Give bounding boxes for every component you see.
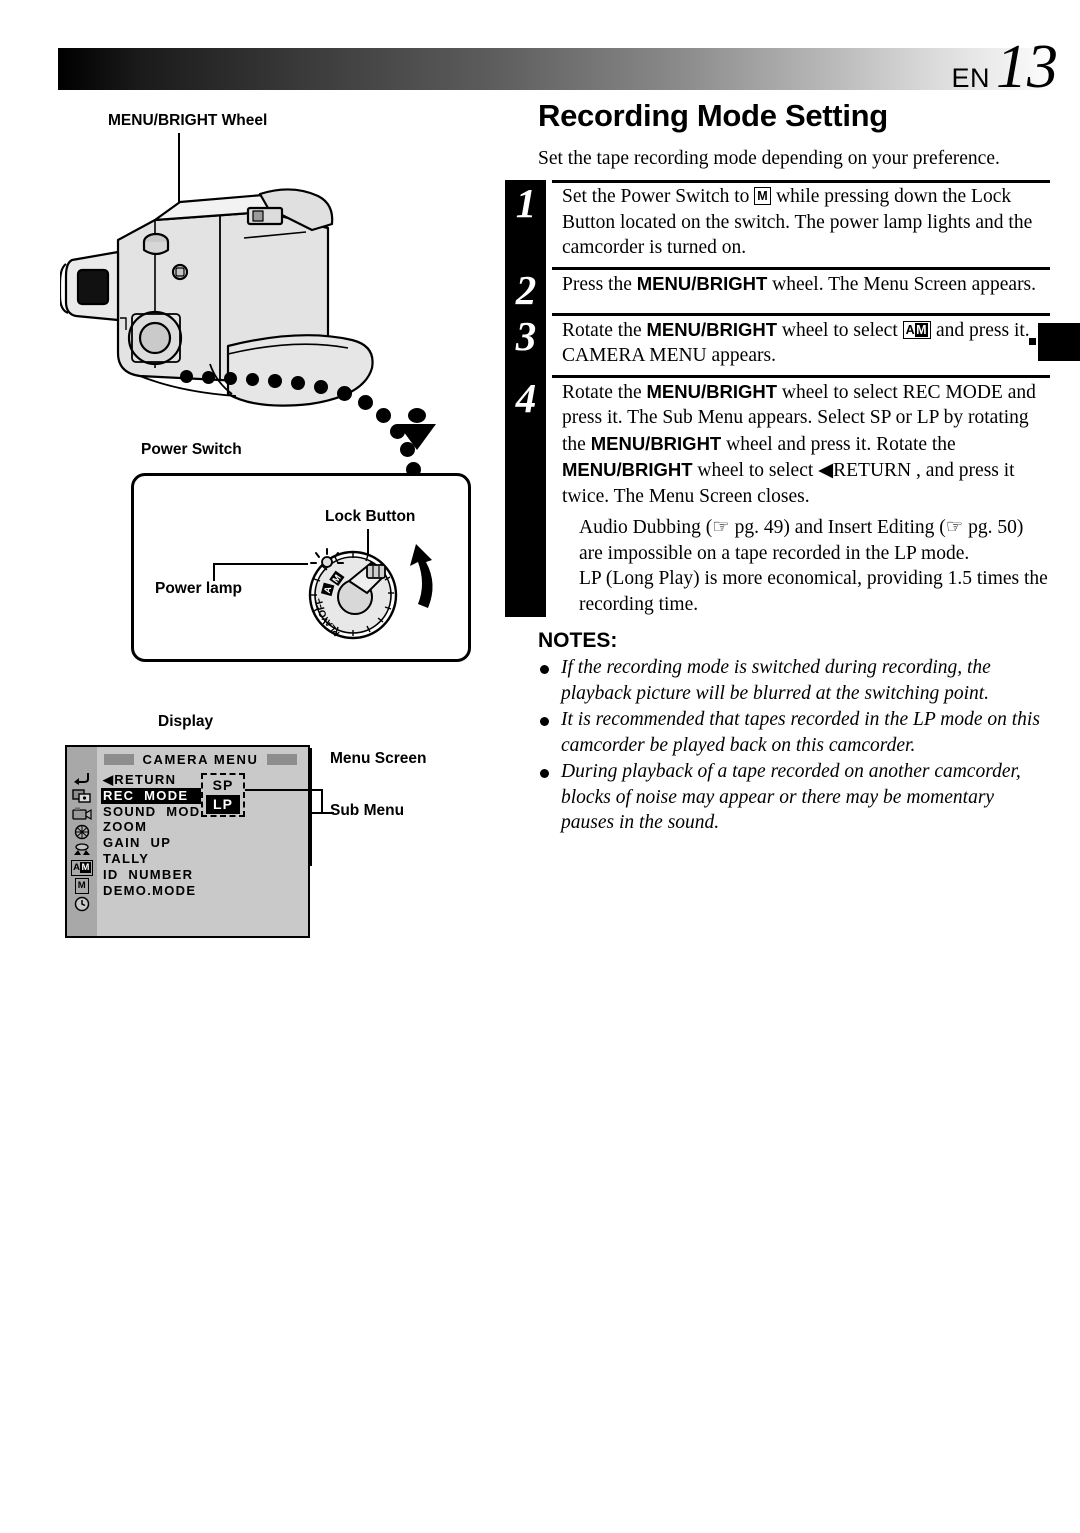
trail-dot (376, 408, 391, 423)
sub-menu-box: SP LP (201, 773, 245, 817)
step-text-part: wheel. The Menu Screen appears. (767, 273, 1037, 295)
step-text: Set the Power Switch to M while pressing… (562, 180, 1050, 267)
dubbing-icon[interactable] (71, 787, 93, 804)
camera-menu-am-icon: AM (902, 320, 932, 339)
menu-bright-emphasis: MENU/BRIGHT (590, 432, 722, 454)
step-sub-note: Audio Dubbing (☞ pg. 49) and Insert Edit… (579, 517, 1024, 564)
trail-dot (224, 372, 237, 385)
menu-screen-title-row: CAMERA MENU (97, 752, 304, 767)
step-text: Rotate the MENU/BRIGHT wheel to select A… (562, 313, 1050, 375)
sub-menu-callout-line (245, 789, 323, 791)
step-text-part: Set the Power Switch to (562, 186, 755, 207)
power-switch-m-icon: M (754, 187, 772, 205)
trail-dot (337, 386, 352, 401)
page-language-code: EN (951, 63, 990, 93)
pointer-arrow-dot (408, 408, 426, 423)
step-3: 3 Rotate the MENU/BRIGHT wheel to select… (505, 312, 1050, 375)
page-title: Recording Mode Setting (538, 98, 888, 133)
step-number: 2 (515, 266, 537, 313)
notes-title: NOTES: (538, 629, 618, 652)
note-item: It is recommended that tapes recorded in… (538, 707, 1050, 758)
steps-list: 1 Set the Power Switch to M while pressi… (505, 180, 1050, 617)
title-block-right (266, 754, 297, 765)
pointer-arrow-icon (398, 424, 436, 450)
step-text-part: wheel to select (777, 319, 903, 341)
trail-dot (180, 370, 193, 383)
step-4: 4 Rotate the MENU/BRIGHT wheel to select… (505, 374, 1050, 618)
step-divider (552, 266, 1050, 270)
power-switch-label: Power Switch (141, 441, 242, 458)
step-divider (552, 312, 1050, 316)
trail-dot (246, 373, 259, 386)
effects-icon[interactable] (71, 823, 93, 840)
step-text-part: Rotate the (562, 319, 647, 341)
step-text-part: wheel and press it. Rotate the (721, 433, 956, 455)
power-lamp-leader-line (213, 563, 308, 565)
menu-bright-emphasis: MENU/BRIGHT (646, 380, 778, 402)
menu-bright-wheel-label: MENU/BRIGHT Wheel (108, 112, 268, 129)
return-arrow-icon[interactable] (71, 769, 93, 786)
menu-screen-label: Menu Screen (330, 750, 427, 767)
page-number: EN 13 (951, 33, 1058, 101)
menu-bright-emphasis: MENU/BRIGHT (562, 459, 693, 480)
step-number: 3 (515, 312, 537, 359)
display-label: Display (158, 713, 214, 730)
menu-item-zoom[interactable]: ZOOM (101, 819, 149, 835)
sub-menu-label: Sub Menu (330, 802, 405, 819)
clock-icon[interactable] (71, 895, 93, 912)
notes-list: If the recording mode is switched during… (538, 655, 1050, 836)
manual-m-icon[interactable]: M (71, 877, 93, 894)
power-lamp-leader-line-vertical (213, 565, 215, 581)
step-number: 4 (515, 374, 537, 421)
step-2: 2 Press the MENU/BRIGHT wheel. The Menu … (505, 266, 1050, 313)
step-sub-note: LP (Long Play) is more economical, provi… (579, 568, 1048, 615)
menu-icon-rail: AM M (67, 747, 97, 936)
rotate-direction-arrow-icon (410, 544, 433, 608)
sub-menu-callout-line-vertical (321, 789, 323, 814)
menu-screen-illustration: AM M CAMERA MENU ◀RETURN REC MODE SOUND … (65, 745, 310, 938)
camcorder-illustration (60, 188, 374, 407)
step-text: Press the MENU/BRIGHT wheel. The Menu Sc… (562, 267, 1050, 304)
menu-item-demo-mode[interactable]: DEMO.MODE (101, 883, 198, 899)
menu-item-sound-mode[interactable]: SOUND MODE (101, 804, 212, 820)
step-text-part: Rotate the (562, 381, 647, 403)
trail-dot (314, 380, 328, 394)
step-text: Rotate the MENU/BRIGHT wheel to select R… (562, 375, 1050, 516)
note-item: If the recording mode is switched during… (538, 655, 1050, 706)
title-block-left (104, 754, 135, 765)
menu-item-id-number[interactable]: ID NUMBER (101, 867, 195, 883)
camera-icon[interactable] (71, 805, 93, 822)
main-content: Recording Mode Setting Set the tape reco… (505, 98, 1050, 837)
header-gradient-bar (58, 48, 1058, 90)
menu-screen-callout-line (310, 748, 312, 866)
page-number-value: 13 (996, 33, 1058, 101)
trail-dot (268, 374, 282, 388)
trail-dot (358, 395, 373, 410)
trail-dot (202, 371, 215, 384)
menu-item-return[interactable]: ◀RETURN (101, 772, 178, 788)
menu-bright-emphasis: MENU/BRIGHT (646, 318, 778, 340)
step-divider (552, 180, 1050, 183)
menu-item-gain-up[interactable]: GAIN UP (101, 835, 173, 851)
camera-menu-am-icon[interactable]: AM (71, 859, 93, 876)
power-switch-dial[interactable]: M A OFF PLAY (305, 545, 401, 641)
power-lamp-label: Power lamp (155, 580, 242, 597)
sub-menu-option-sp[interactable]: SP (203, 776, 243, 795)
manual-exposure-icon[interactable] (71, 841, 93, 858)
note-item: During playback of a tape recorded on an… (538, 759, 1050, 836)
step-divider (552, 374, 1050, 378)
menu-item-tally[interactable]: TALLY (101, 851, 151, 867)
menu-bright-emphasis: MENU/BRIGHT (636, 272, 768, 294)
sub-menu-option-lp[interactable]: LP (206, 795, 240, 814)
step-1: 1 Set the Power Switch to M while pressi… (505, 180, 1050, 267)
intro-text: Set the tape recording mode depending on… (538, 148, 1000, 169)
menu-screen-title: CAMERA MENU (142, 752, 259, 767)
step-number: 1 (515, 180, 537, 226)
step-text-part: Press the (562, 273, 637, 295)
lock-button-label: Lock Button (325, 508, 416, 525)
trail-dot (291, 376, 305, 390)
